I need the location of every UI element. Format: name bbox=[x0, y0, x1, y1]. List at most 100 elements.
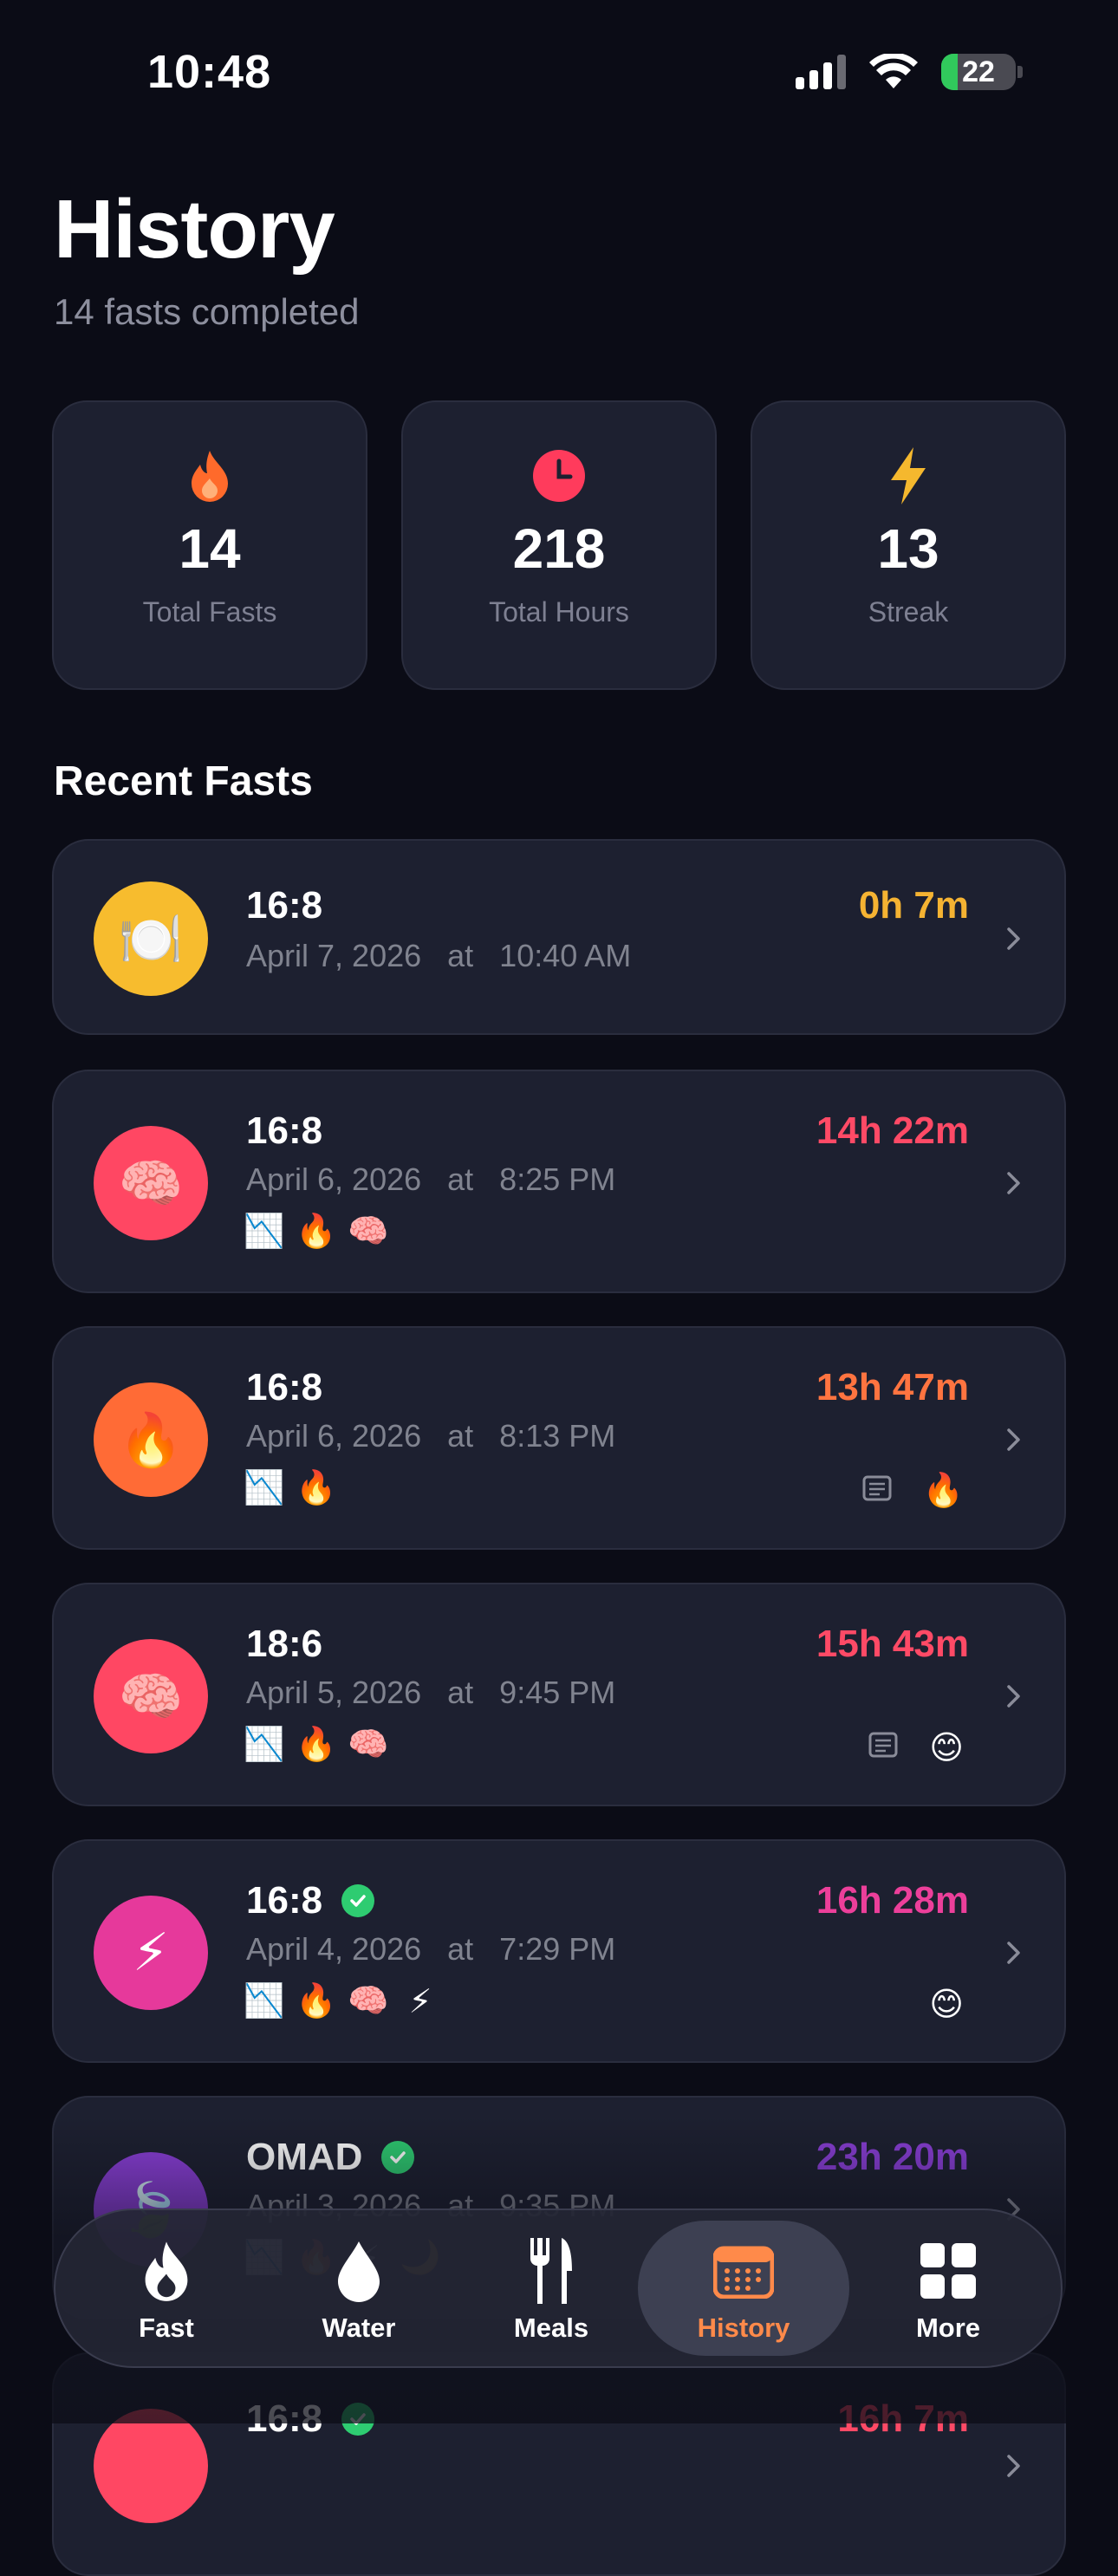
droplet-icon bbox=[336, 2234, 381, 2307]
fast-date: April 4, 2026 at 7:29 PM bbox=[246, 1931, 616, 1967]
check-icon bbox=[341, 1884, 375, 1917]
fast-tags: 📉 🔥 🧠 bbox=[244, 1727, 389, 1763]
chevron-right-icon bbox=[1007, 1172, 1020, 1194]
tab-history[interactable]: History bbox=[638, 2221, 849, 2356]
fast-tag: 📉 bbox=[244, 1983, 285, 2020]
cellular-signal-icon bbox=[796, 55, 846, 89]
fast-duration: 16h 28m bbox=[816, 1879, 969, 1922]
calendar-icon bbox=[713, 2234, 774, 2307]
tab-more[interactable]: More bbox=[861, 2210, 1035, 2366]
tab-label: Meals bbox=[513, 2313, 589, 2343]
fast-card[interactable]: 🔥 16:8 April 6, 2026 at 8:13 PM 13h 47m … bbox=[52, 1326, 1066, 1550]
tab-fast[interactable]: Fast bbox=[80, 2210, 253, 2366]
chevron-right-icon bbox=[1007, 1428, 1020, 1451]
fast-tags: 📉 🔥 🧠 bbox=[244, 1213, 389, 1250]
tab-bar: Fast Water Meals History More bbox=[54, 2208, 1063, 2368]
fast-date: April 6, 2026 at 8:13 PM bbox=[246, 1418, 616, 1454]
battery-icon: 22 bbox=[941, 54, 1016, 90]
tab-label: Fast bbox=[139, 2313, 194, 2343]
chevron-right-icon bbox=[1007, 927, 1020, 950]
flame-icon: 🔥 bbox=[94, 1382, 208, 1497]
stat-value: 14 bbox=[179, 517, 241, 580]
flame-icon bbox=[140, 2234, 192, 2307]
tab-water[interactable]: Water bbox=[272, 2210, 445, 2366]
stat-value: 218 bbox=[512, 517, 606, 580]
tab-label: More bbox=[915, 2313, 981, 2343]
fast-card[interactable]: 🍽️ 16:8 April 7, 2026 at 10:40 AM 0h 7m bbox=[52, 839, 1066, 1035]
fast-date: April 6, 2026 at 8:25 PM bbox=[246, 1161, 616, 1197]
fast-extras: 😊 bbox=[868, 1728, 964, 1767]
fast-tags: 📉 🔥 🧠 ⚡ bbox=[244, 1983, 439, 2020]
brain-icon bbox=[94, 2409, 208, 2523]
page-title: History bbox=[54, 183, 335, 276]
fast-plan-label: 16:8 bbox=[246, 1109, 323, 1152]
fast-date: April 7, 2026 at 10:40 AM bbox=[246, 938, 632, 973]
fast-plan-label: 18:6 bbox=[246, 1623, 323, 1665]
chevron-right-icon bbox=[1007, 1685, 1020, 1708]
stat-value: 13 bbox=[877, 517, 939, 580]
stat-label: Total Hours bbox=[489, 596, 629, 628]
fast-plan: 16:8 bbox=[246, 1109, 322, 1153]
fast-tags: 📉 🔥 bbox=[244, 1470, 337, 1506]
fast-duration: 0h 7m bbox=[858, 884, 969, 927]
brain-icon: 🧠 bbox=[94, 1126, 208, 1240]
section-title: Recent Fasts bbox=[54, 758, 313, 804]
fast-tag: 🔥 bbox=[296, 1727, 337, 1763]
fast-tag: ⚡ bbox=[408, 1983, 432, 2020]
mood-icon: 🔥 bbox=[922, 1473, 964, 1509]
stat-card-total-fasts: 14 Total Fasts bbox=[52, 400, 367, 690]
stat-card-total-hours: 218 Total Hours bbox=[401, 400, 717, 690]
plate-icon: 🍽️ bbox=[94, 881, 208, 996]
fast-plan: 16:8 bbox=[246, 1879, 375, 1922]
fast-duration: 13h 47m bbox=[816, 1366, 969, 1408]
fast-tag: 📉 bbox=[244, 1470, 285, 1506]
tab-meals[interactable]: Meals bbox=[465, 2210, 638, 2366]
flame-icon bbox=[188, 447, 231, 504]
status-time: 10:48 bbox=[147, 46, 272, 98]
fast-plan-label: 16:8 bbox=[246, 1879, 323, 1922]
mood-icon: 😊 bbox=[929, 1987, 964, 2023]
fast-tag: 🧠 bbox=[348, 1727, 389, 1763]
fast-tag: 🔥 bbox=[296, 1213, 337, 1250]
fast-date: April 5, 2026 at 9:45 PM bbox=[246, 1675, 616, 1710]
fast-duration: 14h 22m bbox=[816, 1109, 969, 1152]
fast-tag: 🧠 bbox=[348, 1983, 389, 2020]
fast-tag: 🧠 bbox=[348, 1213, 389, 1250]
note-icon bbox=[862, 1473, 892, 1510]
fast-duration: 15h 43m bbox=[816, 1623, 969, 1665]
fast-tag: 🔥 bbox=[296, 1470, 337, 1506]
bolt-icon: ⚡ bbox=[94, 1896, 208, 2010]
fast-tag: 📉 bbox=[244, 1727, 285, 1763]
clock-icon bbox=[532, 447, 586, 504]
tab-label: Water bbox=[322, 2313, 396, 2343]
status-indicators: 22 bbox=[796, 54, 1023, 90]
battery-level: 22 bbox=[962, 55, 995, 88]
bolt-icon bbox=[887, 447, 929, 504]
fast-plan: 16:8 bbox=[246, 1366, 322, 1409]
fast-extras: 😊 bbox=[929, 1985, 964, 2024]
brain-icon: 🧠 bbox=[94, 1639, 208, 1753]
fast-plan-label: 16:8 bbox=[246, 884, 323, 927]
fast-plan-label: 16:8 bbox=[246, 1366, 323, 1408]
page-subtitle: 14 fasts completed bbox=[54, 291, 360, 332]
note-icon bbox=[868, 1729, 898, 1766]
fast-card[interactable]: 🧠 18:6 April 5, 2026 at 9:45 PM 15h 43m … bbox=[52, 1583, 1066, 1806]
mood-icon: 😊 bbox=[929, 1730, 964, 1766]
wifi-icon bbox=[869, 54, 918, 88]
fast-tag: 🔥 bbox=[296, 1983, 337, 2020]
grid-icon bbox=[920, 2234, 976, 2307]
chevron-right-icon bbox=[1007, 2455, 1020, 2477]
fast-tag: 📉 bbox=[244, 1213, 285, 1250]
fast-plan: 18:6 bbox=[246, 1623, 322, 1666]
fast-plan: 16:8 bbox=[246, 884, 322, 927]
stats-row: 14 Total Fasts 218 Total Hours 13 Streak bbox=[52, 400, 1066, 690]
status-bar: 10:48 22 bbox=[0, 0, 1118, 147]
stat-label: Total Fasts bbox=[142, 596, 277, 628]
tab-label: History bbox=[697, 2313, 790, 2343]
stat-label: Streak bbox=[868, 596, 949, 628]
chevron-right-icon bbox=[1007, 1942, 1020, 1964]
fast-extras: 🔥 bbox=[862, 1472, 964, 1510]
fast-card[interactable]: ⚡ 16:8 April 4, 2026 at 7:29 PM 16h 28m … bbox=[52, 1839, 1066, 2063]
fork-knife-icon bbox=[527, 2234, 575, 2307]
fast-card[interactable]: 🧠 16:8 April 6, 2026 at 8:25 PM 14h 22m … bbox=[52, 1070, 1066, 1293]
